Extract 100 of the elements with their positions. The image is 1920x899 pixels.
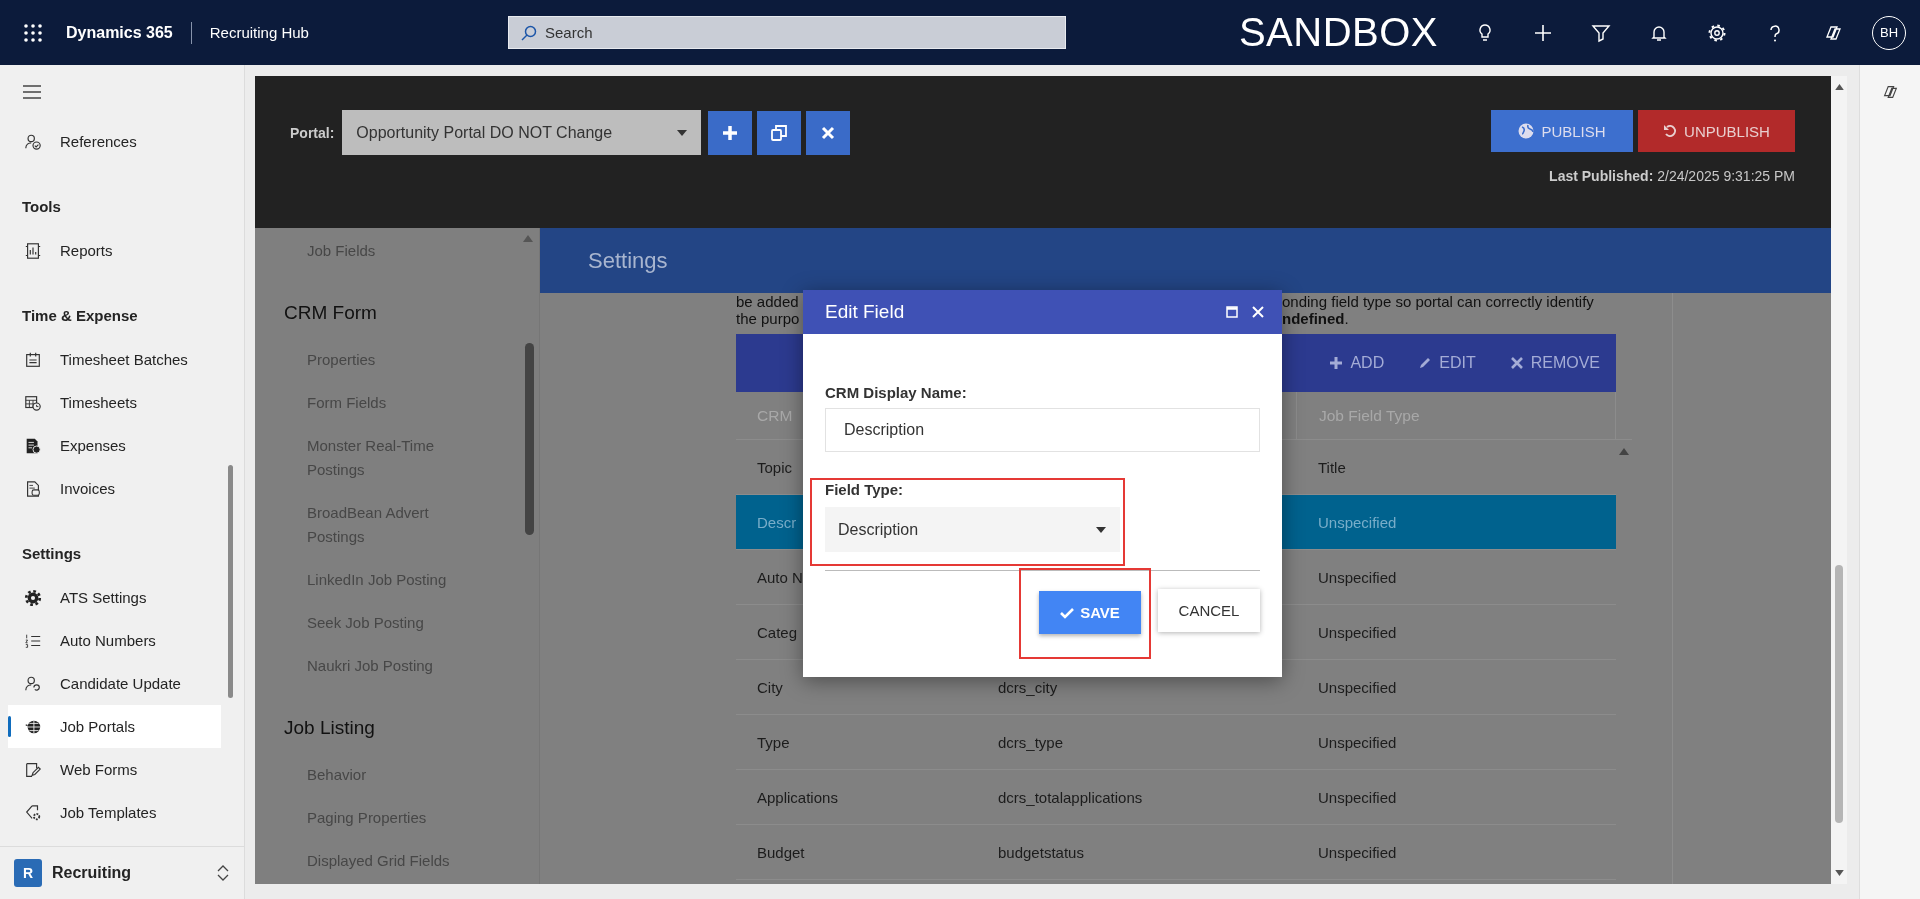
caret-down-icon <box>1096 526 1106 533</box>
menu-icon[interactable] <box>22 84 42 99</box>
nav-link[interactable]: Form Fields <box>255 381 539 424</box>
table-cell: Descr <box>757 513 797 531</box>
nav-item[interactable]: Job Portals <box>8 705 221 748</box>
add-button[interactable]: ADD <box>1329 354 1385 372</box>
table-cell: dcrs_type <box>998 733 1064 751</box>
nav-link[interactable]: Properties <box>255 338 539 381</box>
table-row[interactable]: Applications dcrs_totalapplications Unspecified <box>736 770 1616 825</box>
section-header: Settings <box>21 543 83 564</box>
nav-item[interactable]: Timesheets <box>8 381 221 424</box>
nav-item[interactable]: Job Templates <box>8 791 221 834</box>
dialog-title: Edit Field <box>825 301 906 323</box>
note-text: be added <box>736 293 799 310</box>
nav-item[interactable]: Auto Numbers <box>8 619 221 662</box>
save-button[interactable]: SAVE <box>1039 591 1141 634</box>
publish-button[interactable]: PUBLISH <box>1491 110 1633 152</box>
plus-icon[interactable] <box>1533 22 1553 43</box>
filter-icon[interactable] <box>1591 22 1611 43</box>
nav-link[interactable]: Seek Job Posting <box>255 601 539 644</box>
app-name[interactable]: Dynamics 365 <box>66 23 173 42</box>
table-cell: Unspecified <box>1318 788 1397 806</box>
settings-icon <box>24 588 42 607</box>
scrollbar-thumb[interactable] <box>525 343 534 535</box>
check-icon <box>1060 606 1075 619</box>
plus-icon <box>722 124 739 141</box>
pencil-icon <box>1418 356 1433 370</box>
nav-link[interactable]: Displayed Grid Fields <box>255 839 539 882</box>
section-header: Time & Expense <box>21 305 139 326</box>
close-icon[interactable] <box>1252 306 1264 318</box>
input-field[interactable]: Description <box>825 408 1260 452</box>
remove-button[interactable]: REMOVE <box>1509 354 1600 372</box>
cancel-button[interactable]: CANCEL <box>1158 589 1260 632</box>
nav-item[interactable]: Reports <box>8 229 221 272</box>
unpublish-button[interactable]: UNPUBLISH <box>1638 110 1795 152</box>
table-cell: Categ <box>757 623 798 641</box>
note-text: ndefined. <box>1282 310 1349 327</box>
close-icon <box>820 124 837 141</box>
table-row[interactable]: Budget budgetstatus Unspecified <box>736 825 1616 880</box>
report-icon <box>24 241 42 260</box>
area-switcher[interactable]: Recruiting <box>52 864 206 882</box>
nav-link[interactable]: Job Fields <box>255 229 539 272</box>
scrollbar-thumb[interactable] <box>228 465 233 698</box>
nav-item[interactable]: References <box>8 120 221 163</box>
scrollbar-thumb[interactable] <box>1835 565 1843 823</box>
document-icon <box>24 479 42 498</box>
form-pen-icon <box>24 760 42 779</box>
field-label: CRM Display Name: <box>825 383 968 403</box>
tag-gear-icon <box>24 803 42 822</box>
note-text: onding field type so portal can correctly identify <box>1282 293 1594 310</box>
table-cell: Unspecified <box>1318 678 1397 696</box>
table-row[interactable]: Type dcrs_type Unspecified <box>736 715 1616 770</box>
nav-section-header: Job Listing <box>283 716 376 740</box>
person-check-icon <box>24 132 42 151</box>
nav-link[interactable]: Naukri Job Posting <box>255 644 539 687</box>
nav-item[interactable]: Web Forms <box>8 748 221 791</box>
scroll-down-icon[interactable] <box>1834 870 1844 876</box>
add-button[interactable] <box>708 110 753 155</box>
portal-label: Portal: <box>290 124 335 141</box>
edit-button[interactable]: EDIT <box>1418 354 1476 372</box>
copy-button[interactable] <box>757 110 802 155</box>
delete-button[interactable] <box>806 110 851 155</box>
nav-item[interactable]: ATS Settings <box>8 576 221 619</box>
chevron-up-down-icon[interactable] <box>216 864 230 882</box>
globe-icon <box>1518 123 1535 139</box>
scroll-up-icon[interactable] <box>1834 84 1844 90</box>
note-text: the purpo <box>736 310 800 327</box>
table-cell: Budget <box>757 843 805 861</box>
receipt-icon <box>24 436 42 455</box>
nav-link[interactable]: Paging Properties <box>255 796 539 839</box>
environment-label: SANDBOX <box>1238 10 1438 55</box>
settings-icon[interactable] <box>1707 22 1727 43</box>
nav-link[interactable]: BroadBean Advert Postings <box>255 491 539 558</box>
copy-icon <box>771 124 788 141</box>
nav-link[interactable]: Monster Real-Time Postings <box>255 424 539 491</box>
nav-link[interactable]: Behavior <box>255 753 539 796</box>
table-cell: City <box>757 678 783 696</box>
maximize-icon[interactable] <box>1226 306 1238 318</box>
table-cell: Unspecified <box>1318 733 1397 751</box>
table-cell: Auto N <box>757 568 803 586</box>
nav-item[interactable]: Invoices <box>8 467 221 510</box>
portal-dropdown[interactable]: Opportunity Portal DO NOT Change <box>342 110 702 155</box>
table-cell: Unspecified <box>1318 843 1397 861</box>
table-cell: Unspecified <box>1318 623 1397 641</box>
section-header: Tools <box>21 196 62 217</box>
table-cell: dcrs_totalapplications <box>998 788 1143 806</box>
field-type-dropdown[interactable]: Description <box>825 507 1120 552</box>
table-cell: Title <box>1318 458 1346 476</box>
plus-icon <box>1329 356 1344 370</box>
nav-item[interactable]: Candidate Update <box>8 662 221 705</box>
nav-item[interactable]: Timesheet Batches <box>8 338 221 381</box>
calendar-clock-icon <box>24 393 42 412</box>
app-launcher-icon[interactable] <box>24 23 42 42</box>
caret-down-icon <box>677 129 688 136</box>
search-field[interactable]: Search <box>508 16 1066 49</box>
copilot-icon[interactable] <box>1881 83 1899 101</box>
table-cell: budgetstatus <box>998 843 1084 861</box>
last-published-text: Last Published: 2/24/2025 9:31:25 PM <box>1549 168 1795 184</box>
nav-item[interactable]: Expenses <box>8 424 221 467</box>
nav-link[interactable]: LinkedIn Job Posting <box>255 558 539 601</box>
